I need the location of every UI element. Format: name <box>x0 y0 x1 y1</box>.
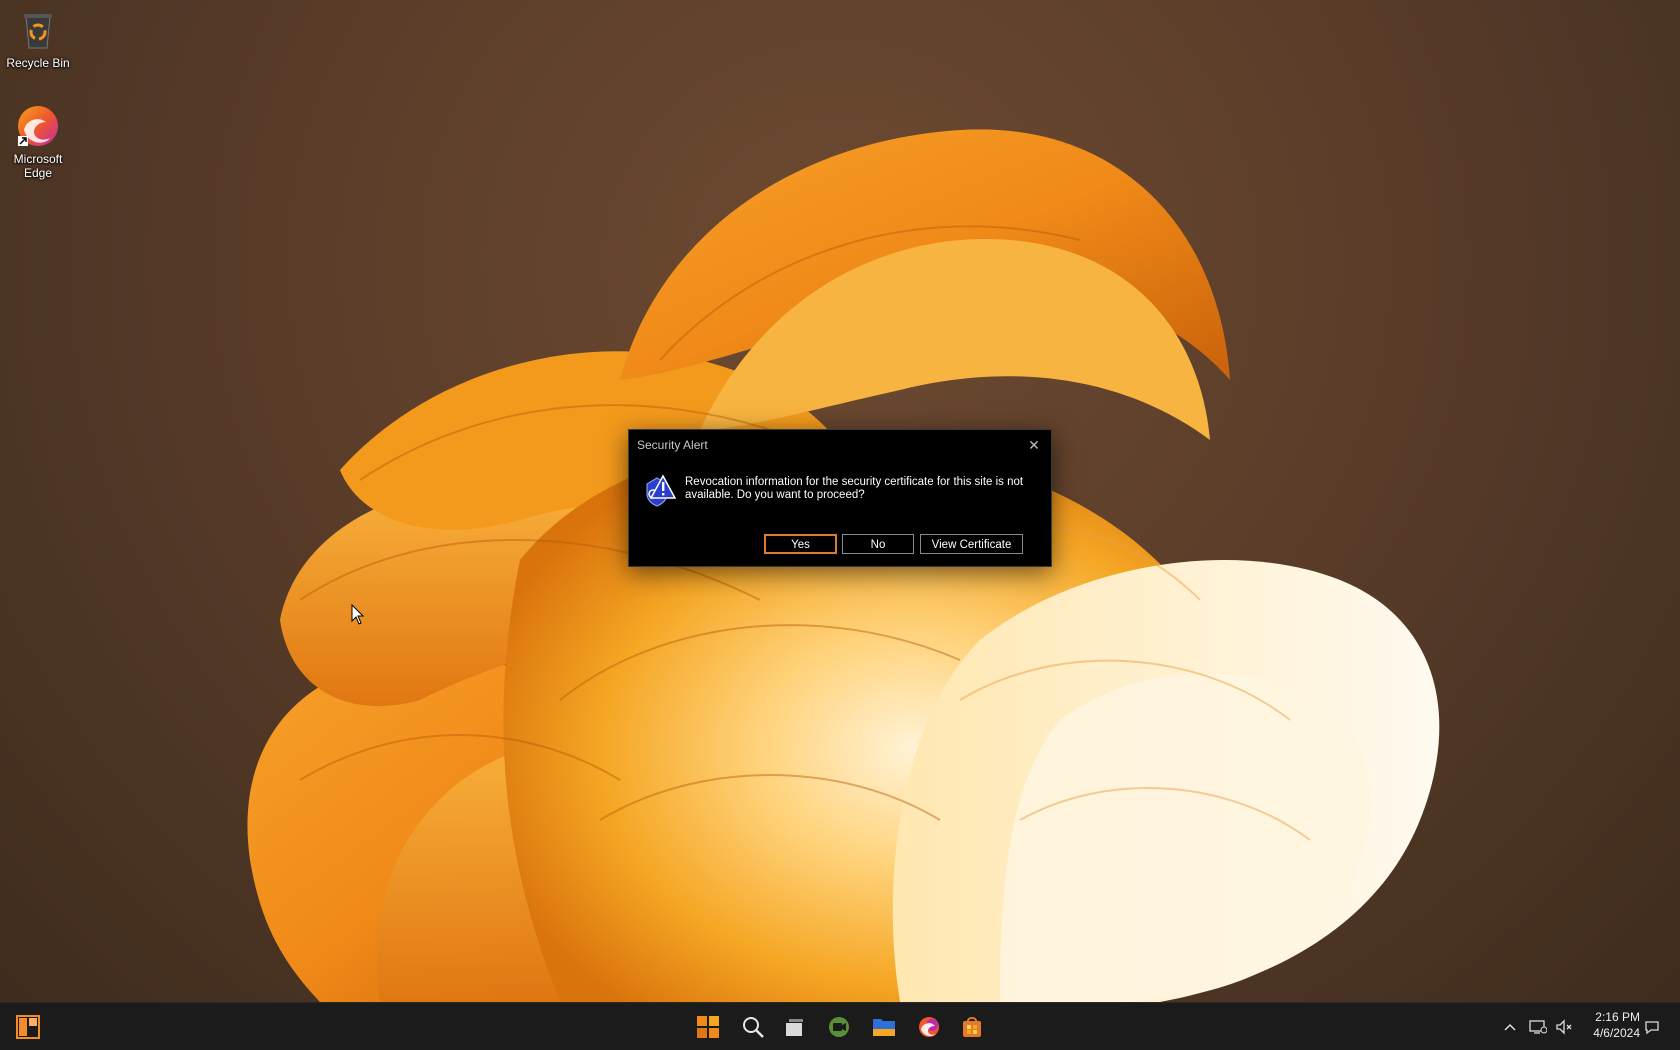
mouse-cursor-icon <box>351 604 365 625</box>
clock-time: 2:16 PM <box>1595 1010 1640 1024</box>
network-icon[interactable] <box>1528 1017 1548 1037</box>
yes-button[interactable]: Yes <box>764 534 837 554</box>
close-icon[interactable]: ✕ <box>1023 434 1045 456</box>
volume-muted-icon[interactable] <box>1554 1017 1574 1037</box>
dialog-title: Security Alert <box>637 438 708 452</box>
desktop-icon-recycle-bin[interactable]: Recycle Bin <box>0 8 76 70</box>
recycle-bin-icon <box>16 8 60 52</box>
desktop-icon-label: Recycle Bin <box>6 56 70 70</box>
desktop[interactable]: Recycle Bin Microsoft Edge Security Aler… <box>0 0 1680 1050</box>
taskbar: 2:16 PM 4/6/2024 <box>0 1002 1680 1050</box>
start-icon[interactable] <box>692 1011 724 1043</box>
no-button[interactable]: No <box>842 534 914 554</box>
system-clock[interactable]: 2:16 PM 4/6/2024 <box>1593 1009 1640 1041</box>
dialog-message: Revocation information for the security … <box>685 476 1024 501</box>
desktop-icon-label: Microsoft Edge <box>13 152 63 180</box>
view-certificate-button[interactable]: View Certificate <box>920 534 1023 554</box>
search-icon[interactable] <box>737 1011 769 1043</box>
edge-icon[interactable] <box>913 1011 945 1043</box>
widgets-icon[interactable] <box>12 1011 44 1043</box>
security-warning-icon <box>643 474 677 508</box>
notification-icon[interactable] <box>1642 1017 1662 1037</box>
desktop-icon-edge[interactable]: Microsoft Edge <box>0 104 76 180</box>
meet-icon[interactable] <box>823 1011 855 1043</box>
task-view-icon[interactable] <box>778 1011 810 1043</box>
chevron-up-icon[interactable] <box>1500 1017 1520 1037</box>
file-explorer-icon[interactable] <box>868 1011 900 1043</box>
security-alert-dialog: Security Alert ✕ Revocation information … <box>628 429 1052 567</box>
edge-icon <box>16 104 60 148</box>
store-icon[interactable] <box>956 1011 988 1043</box>
dialog-titlebar[interactable]: Security Alert ✕ <box>629 430 1051 460</box>
clock-date: 4/6/2024 <box>1593 1026 1640 1040</box>
